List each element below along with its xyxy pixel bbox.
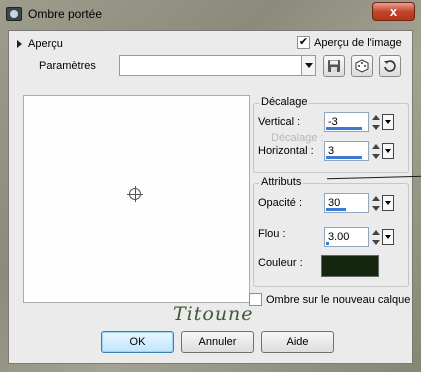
opacity-spinner[interactable] [370,193,382,213]
horizontal-slider-bar[interactable] [326,156,362,159]
vertical-label: Vertical : [258,116,301,128]
down-arrow-icon[interactable] [372,239,380,245]
annotation-line [327,175,421,180]
horizontal-spinner[interactable] [370,141,382,161]
up-arrow-icon[interactable] [372,195,380,201]
help-button[interactable]: Aide [261,331,334,353]
expand-arrow-icon[interactable] [17,40,22,48]
attributes-group-title: Attributs [259,176,304,188]
random-button[interactable] [351,55,373,77]
reset-button[interactable] [379,55,401,77]
down-arrow-icon[interactable] [372,205,380,211]
chevron-down-icon [385,201,391,205]
vertical-dropdown[interactable] [382,114,394,130]
window-title: Ombre portée [28,7,103,21]
preview-canvas[interactable] [23,95,250,303]
save-preset-button[interactable] [323,55,345,77]
opacity-label: Opacité : [258,197,303,209]
blur-slider-bar[interactable] [326,242,329,245]
dialog-client: Aperçu ✔ Aperçu de l'image Paramètres Dé… [8,30,421,364]
color-label: Couleur : [258,257,303,269]
image-preview-label: Aperçu de l'image [314,36,402,49]
new-layer-option[interactable]: Ombre sur le nouveau calque [249,293,410,306]
preview-toggle[interactable]: Aperçu [11,34,131,54]
params-label: Paramètres [39,60,96,72]
chevron-down-icon [304,63,313,68]
blur-value: 3.00 [328,231,350,243]
opacity-input[interactable]: 30 [324,193,369,213]
vertical-slider-bar[interactable] [326,127,362,130]
save-icon [328,60,340,72]
cancel-button[interactable]: Annuler [181,331,254,353]
blur-spinner[interactable] [370,227,382,247]
down-arrow-icon[interactable] [372,153,380,159]
params-dropdown[interactable] [119,55,316,76]
vertical-spinner[interactable] [370,112,382,132]
chevron-down-icon [385,235,391,239]
ghost-label: Décalage : [271,132,324,144]
up-arrow-icon[interactable] [372,229,380,235]
random-icon [355,59,369,73]
horizontal-input[interactable]: 3 [324,141,369,161]
offset-group-title: Décalage [259,96,310,108]
down-arrow-icon[interactable] [372,124,380,130]
camera-icon [6,7,22,21]
image-preview-checkbox[interactable]: ✔ [297,36,310,49]
close-button[interactable]: x [372,2,415,21]
horizontal-dropdown[interactable] [382,143,394,159]
color-swatch[interactable] [321,255,379,277]
params-dropdown-arrow[interactable] [301,56,315,75]
up-arrow-icon[interactable] [372,114,380,120]
up-arrow-icon[interactable] [372,143,380,149]
horizontal-label: Horizontal : [258,145,314,157]
opacity-dropdown[interactable] [382,195,394,211]
new-layer-label: Ombre sur le nouveau calque [266,293,411,306]
blur-label: Flou : [258,228,286,240]
blur-input[interactable]: 3.00 [324,227,369,247]
reset-icon [384,60,396,72]
vertical-input[interactable]: -3 [324,112,369,132]
opacity-slider-bar[interactable] [326,208,346,211]
dialog-window: Ombre portée x Aperçu ✔ Aperçu de l'imag… [0,0,421,372]
chevron-down-icon [385,120,391,124]
crosshair-icon[interactable] [127,186,143,202]
image-preview-option[interactable]: ✔ Aperçu de l'image [297,36,402,49]
signature-text: Titoune [173,303,254,325]
chevron-down-icon [385,149,391,153]
title-bar[interactable]: Ombre portée x [0,0,421,28]
preview-toggle-label: Aperçu [28,38,63,50]
blur-dropdown[interactable] [382,229,394,245]
ok-button[interactable]: OK [101,331,174,353]
